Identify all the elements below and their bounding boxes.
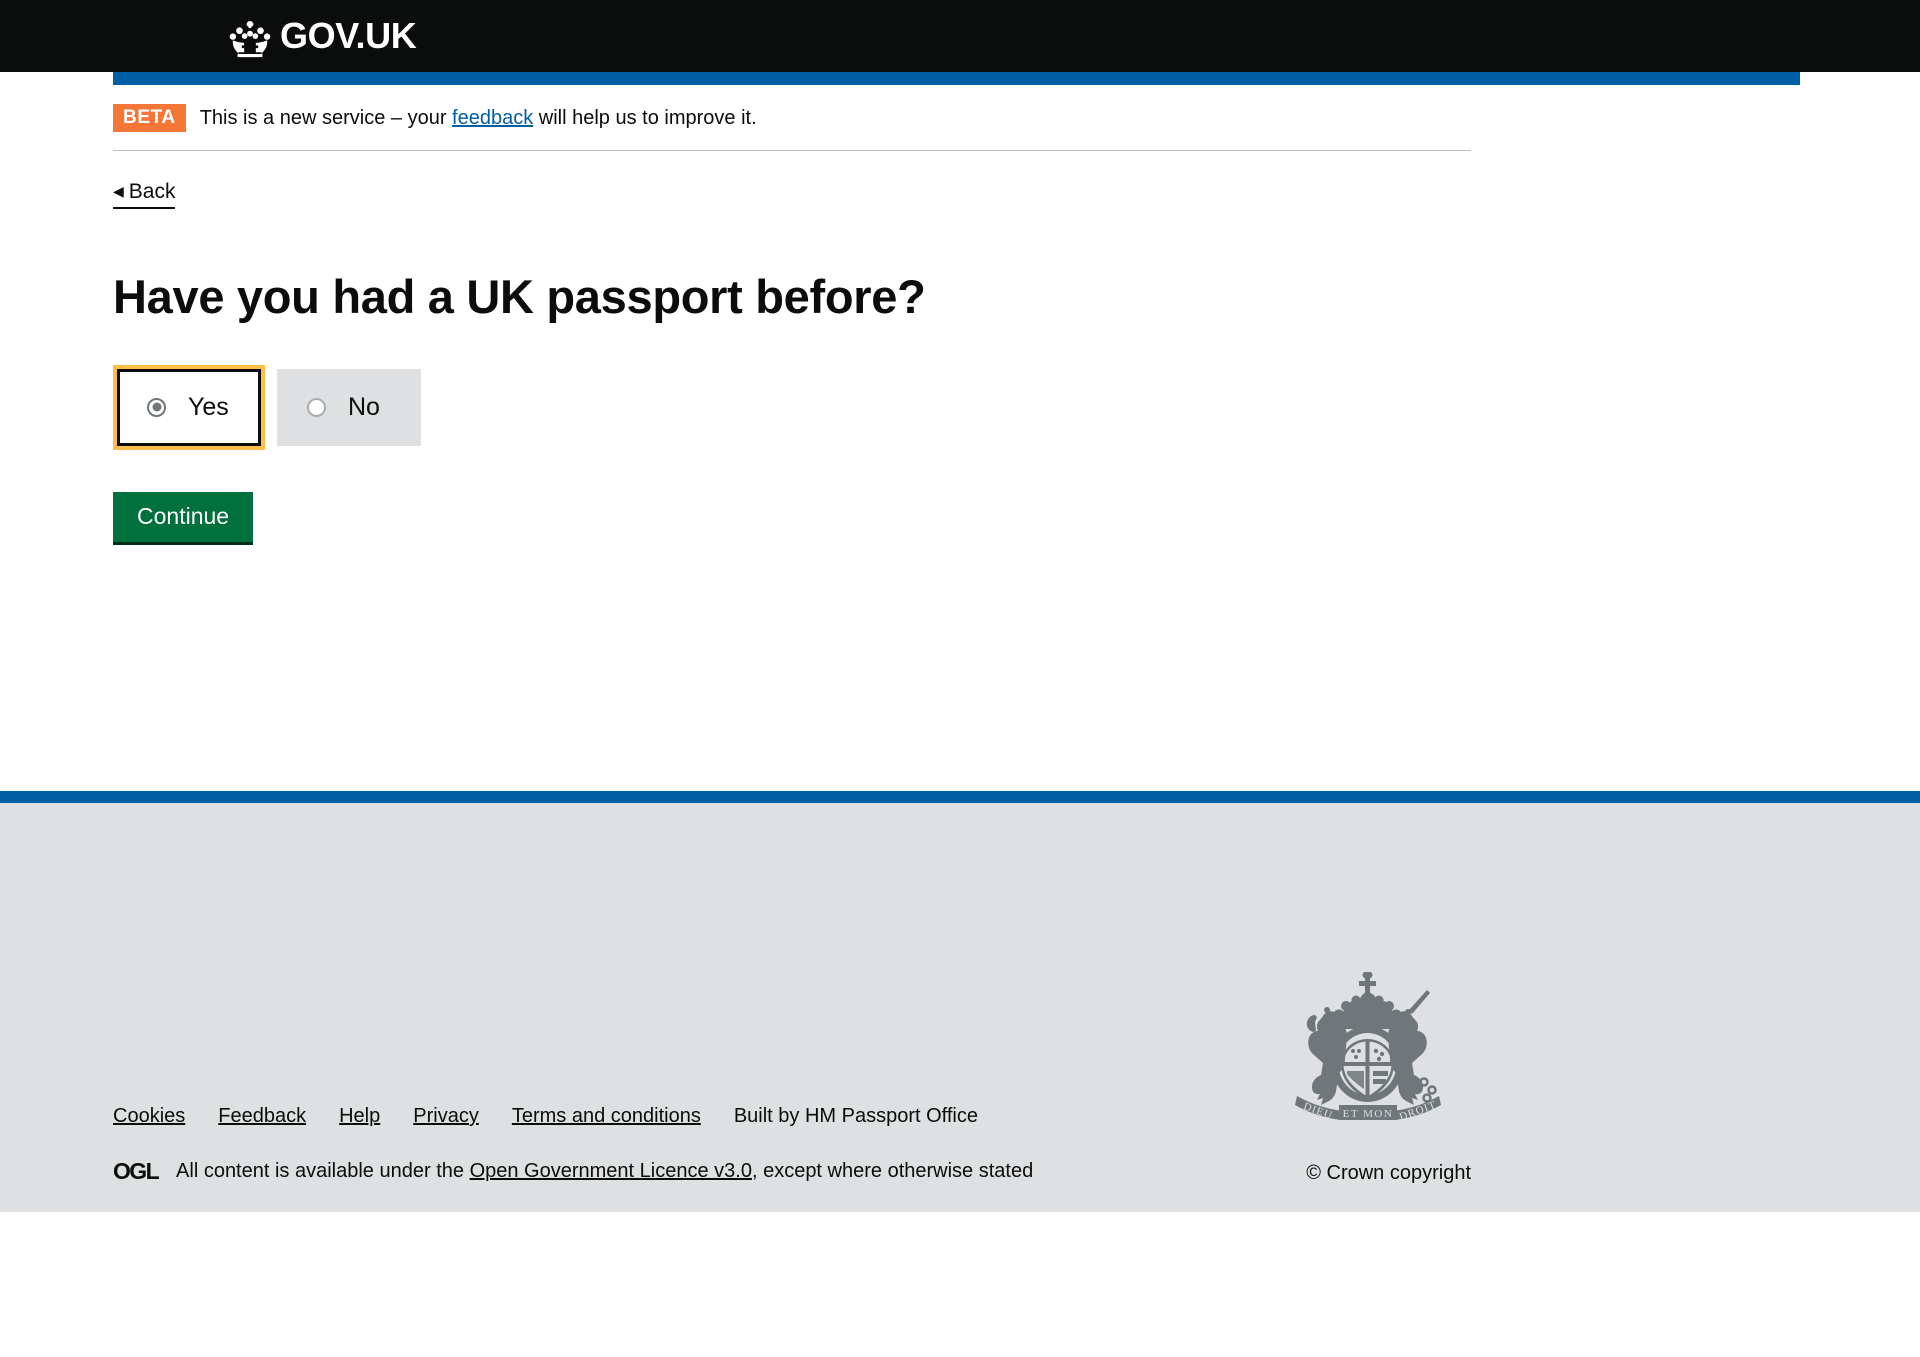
phase-blue-bar xyxy=(113,72,1800,85)
licence-text: All content is available under the Open … xyxy=(176,1160,1033,1183)
page-wrapper: BETA This is a new service – your feedba… xyxy=(0,86,1920,791)
back-link[interactable]: ◀ Back xyxy=(113,179,176,210)
radio-indicator-yes[interactable] xyxy=(147,397,166,417)
beta-badge: BETA xyxy=(113,104,186,132)
govuk-logo-text: GOV.UK xyxy=(280,15,417,56)
main-container: BETA This is a new service – your feedba… xyxy=(113,86,1471,791)
phase-banner-text: This is a new service – your feedback wi… xyxy=(200,105,757,131)
footer-link-help[interactable]: Help xyxy=(339,1105,380,1128)
footer-licence: OGL All content is available under the O… xyxy=(113,1158,1033,1185)
ogl-licence-link[interactable]: Open Government Licence v3.0 xyxy=(470,1160,752,1182)
govuk-logo-link[interactable]: GOV.UK xyxy=(115,15,417,58)
back-arrow-icon: ◀ xyxy=(113,183,124,199)
page-title: Have you had a UK passport before? xyxy=(113,270,926,324)
header-inner: GOV.UK xyxy=(115,15,1805,58)
phase-text-after: will help us to improve it. xyxy=(538,107,757,129)
footer-inner: ET MON DIEU DROIT Cookies Feedback Help … xyxy=(113,803,1471,1212)
phase-text-before: This is a new service – your xyxy=(199,107,447,129)
back-link-row: ◀ Back xyxy=(113,151,1471,210)
crown-icon xyxy=(228,19,272,58)
continue-button[interactable]: Continue xyxy=(113,491,254,546)
radio-label-yes: Yes xyxy=(188,392,229,421)
licence-text-before: All content is available under the xyxy=(176,1160,464,1183)
phase-blue-bar-row xyxy=(0,72,1920,86)
radio-label-no: No xyxy=(348,392,380,421)
site-footer: ET MON DIEU DROIT Cookies Feedback Help … xyxy=(0,791,1920,1213)
footer-built-by: Built by HM Passport Office xyxy=(733,1105,978,1128)
phase-banner: BETA This is a new service – your feedba… xyxy=(113,86,1471,151)
ogl-logo-icon: OGL xyxy=(113,1158,160,1185)
footer-link-terms[interactable]: Terms and conditions xyxy=(512,1105,701,1128)
radio-group-passport: Yes No xyxy=(113,364,1471,450)
footer-link-feedback[interactable]: Feedback xyxy=(218,1105,306,1128)
site-header: GOV.UK xyxy=(0,0,1920,72)
footer-link-privacy[interactable]: Privacy xyxy=(413,1105,479,1128)
royal-coat-of-arms-icon: ET MON DIEU DROIT xyxy=(1277,972,1459,1124)
footer-link-cookies[interactable]: Cookies xyxy=(113,1105,185,1128)
svg-text:DROIT: DROIT xyxy=(1398,1099,1438,1123)
radio-option-no[interactable]: No xyxy=(277,368,421,446)
back-link-label: Back xyxy=(128,180,176,203)
footer-links: Cookies Feedback Help Privacy Terms and … xyxy=(113,1105,978,1128)
svg-text:ET MON: ET MON xyxy=(1343,1108,1394,1120)
radio-option-yes[interactable]: Yes xyxy=(113,364,265,450)
svg-text:DIEU: DIEU xyxy=(1302,1101,1335,1123)
radio-indicator-no[interactable] xyxy=(307,397,326,417)
crown-copyright: © Crown copyright xyxy=(1306,1162,1471,1185)
feedback-link[interactable]: feedback xyxy=(452,107,533,129)
licence-text-after: , except where otherwise stated xyxy=(751,1160,1034,1183)
